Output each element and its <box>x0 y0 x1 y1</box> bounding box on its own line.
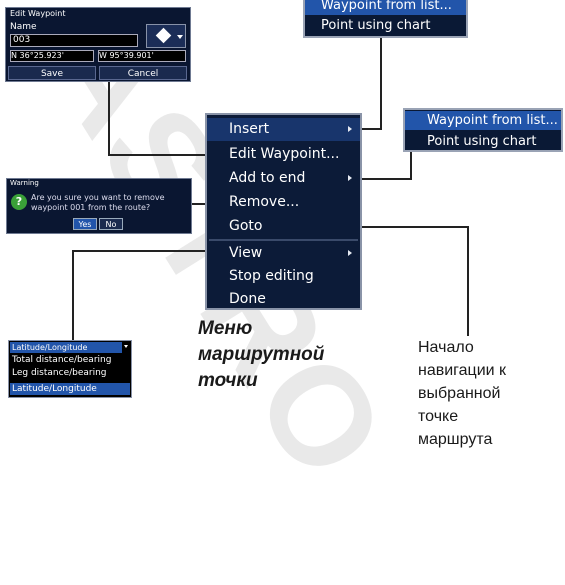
menu-item-add-to-end[interactable]: Add to end <box>207 167 360 190</box>
name-input[interactable]: 003 <box>10 34 138 47</box>
submenu-item-point-using-chart[interactable]: Point using chart <box>405 132 561 151</box>
menu-item-view[interactable]: View <box>207 242 360 265</box>
caption-line: точки <box>198 370 258 391</box>
connector-line <box>72 250 220 252</box>
menu-item-insert[interactable]: Insert <box>207 118 360 141</box>
view-option[interactable]: Latitude/Longitude <box>10 383 130 395</box>
insert-submenu-top: Waypoint from list... Point using chart <box>303 0 468 38</box>
caption-line: маршрутной <box>198 344 325 365</box>
note-line: Начало <box>418 339 474 356</box>
menu-item-label: Stop editing <box>229 268 314 284</box>
chevron-right-icon <box>348 126 352 132</box>
waypoint-symbol-button[interactable] <box>146 24 186 48</box>
note-line: выбранной <box>418 385 501 402</box>
submenu-item-waypoint-from-list[interactable]: Waypoint from list... <box>405 111 561 130</box>
warning-title: Warning <box>10 179 39 187</box>
goto-note: Начало навигации к выбранной точке маршр… <box>418 336 506 451</box>
connector-line <box>355 178 412 180</box>
warning-message-line1: Are you sure you want to remove <box>31 193 165 202</box>
route-waypoint-menu: Insert Edit Waypoint... Add to end Remov… <box>205 113 362 310</box>
question-icon: ? <box>11 194 27 210</box>
menu-item-stop-editing[interactable]: Stop editing <box>207 265 360 288</box>
view-dropdown-selected[interactable]: Latitude/Longitude <box>10 342 122 353</box>
warning-message-line2: waypoint 001 from the route? <box>31 203 151 212</box>
menu-item-remove[interactable]: Remove... <box>207 191 360 214</box>
connector-line <box>72 250 74 342</box>
chevron-right-icon <box>348 175 352 181</box>
view-option[interactable]: Total distance/bearing <box>12 355 111 365</box>
connector-line <box>108 154 220 156</box>
dialog-title: Edit Waypoint <box>10 9 66 18</box>
menu-item-edit-waypoint[interactable]: Edit Waypoint... <box>207 143 360 166</box>
note-line: навигации к <box>418 362 507 379</box>
edit-waypoint-dialog: Edit Waypoint Name 003 N 36°25.923' W 95… <box>5 7 191 82</box>
menu-item-label: Goto <box>229 218 263 234</box>
cancel-button[interactable]: Cancel <box>99 66 187 80</box>
note-line: точке <box>418 408 459 425</box>
caption-line: Меню <box>198 318 253 339</box>
yes-button[interactable]: Yes <box>73 218 97 230</box>
menu-separator <box>209 239 358 241</box>
menu-item-label: Remove... <box>229 194 300 210</box>
menu-item-goto[interactable]: Goto <box>207 215 360 238</box>
menu-item-label: Done <box>229 291 266 307</box>
chevron-down-icon <box>124 345 128 348</box>
connector-line <box>380 38 382 130</box>
connector-line <box>108 82 110 156</box>
chevron-right-icon <box>348 250 352 256</box>
connector-line <box>410 150 412 180</box>
view-dropdown: Latitude/Longitude Total distance/bearin… <box>8 340 132 398</box>
submenu-item-point-using-chart[interactable]: Point using chart <box>305 16 466 36</box>
menu-item-label: Insert <box>229 121 270 137</box>
menu-item-label: Edit Waypoint... <box>229 146 340 162</box>
menu-caption: Меню маршрутной точки <box>198 316 324 394</box>
view-option[interactable]: Leg distance/bearing <box>12 368 107 378</box>
note-line: маршрута <box>418 431 493 448</box>
connector-line <box>467 226 469 336</box>
add-to-end-submenu: Waypoint from list... Point using chart <box>403 108 563 152</box>
no-button[interactable]: No <box>99 218 123 230</box>
menu-item-label: Add to end <box>229 170 306 186</box>
longitude-field[interactable]: W 95°39.901' <box>98 50 186 62</box>
waypoint-diamond-icon <box>155 27 172 44</box>
warning-dialog: Warning ? Are you sure you want to remov… <box>6 178 192 234</box>
name-label: Name <box>10 22 37 32</box>
menu-item-label: View <box>229 245 263 261</box>
latitude-field[interactable]: N 36°25.923' <box>10 50 94 62</box>
save-button[interactable]: Save <box>8 66 96 80</box>
submenu-item-waypoint-from-list[interactable]: Waypoint from list... <box>305 0 466 15</box>
menu-item-done[interactable]: Done <box>207 288 360 310</box>
chevron-down-icon <box>177 35 183 39</box>
